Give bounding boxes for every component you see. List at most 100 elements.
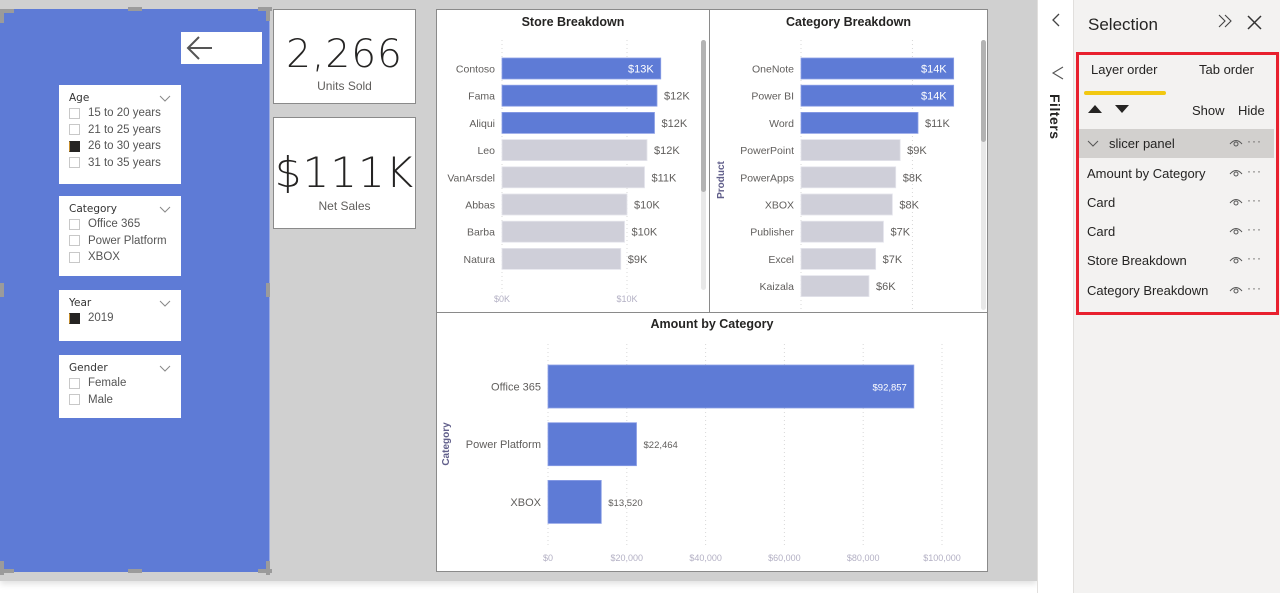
category-label: PowerPoint bbox=[740, 145, 794, 157]
chevron-down-icon[interactable] bbox=[1087, 139, 1099, 148]
move-down-icon[interactable] bbox=[1114, 104, 1130, 114]
slicer-option[interactable]: XBOX bbox=[69, 249, 171, 266]
slicer-option[interactable]: Office 365 bbox=[69, 216, 171, 233]
bar[interactable] bbox=[800, 220, 884, 243]
slicer-option[interactable]: 15 to 20 years bbox=[69, 105, 171, 122]
filters-label[interactable]: Filters bbox=[1047, 94, 1063, 140]
move-up-icon[interactable] bbox=[1087, 104, 1103, 114]
bar[interactable] bbox=[501, 139, 648, 162]
tab-layer-order[interactable]: Layer order bbox=[1091, 62, 1157, 77]
eye-icon[interactable] bbox=[1229, 284, 1243, 294]
bar[interactable] bbox=[547, 364, 915, 409]
slicer-year[interactable]: Year 2019 bbox=[59, 290, 181, 341]
bar[interactable] bbox=[547, 479, 602, 524]
visual-amount-by-category[interactable]: Amount by Category $0 $20,000 $40,000 $60,0… bbox=[436, 312, 988, 572]
chevron-down-icon[interactable] bbox=[159, 204, 171, 214]
visual-category-breakdown[interactable]: Category Breakdown Product OneNote $14K Pow… bbox=[709, 9, 988, 313]
checkbox-checked[interactable] bbox=[69, 312, 80, 324]
tab-tab-order[interactable]: Tab order bbox=[1199, 62, 1254, 77]
slicer-option[interactable]: Male bbox=[69, 392, 171, 409]
eye-icon[interactable] bbox=[1229, 167, 1243, 177]
bar[interactable] bbox=[501, 112, 655, 134]
eye-icon[interactable] bbox=[1229, 254, 1243, 264]
chevron-down-icon[interactable] bbox=[159, 93, 171, 103]
resize-handle[interactable] bbox=[0, 9, 4, 23]
checkbox[interactable] bbox=[69, 107, 80, 119]
more-options-icon[interactable]: ··· bbox=[1247, 134, 1262, 148]
layer-item[interactable]: Category Breakdown ··· bbox=[1079, 276, 1274, 305]
bar[interactable] bbox=[501, 84, 658, 107]
more-options-icon[interactable]: ··· bbox=[1247, 222, 1262, 236]
checkbox[interactable] bbox=[69, 251, 80, 263]
resize-handle[interactable] bbox=[128, 569, 142, 573]
scrollbar[interactable] bbox=[981, 40, 986, 310]
bar[interactable] bbox=[547, 422, 637, 467]
bar[interactable] bbox=[501, 193, 628, 216]
card-units-sold[interactable]: 2,266 Units Sold bbox=[273, 9, 416, 104]
bar[interactable] bbox=[800, 247, 877, 270]
resize-handle[interactable] bbox=[266, 7, 270, 21]
eye-icon[interactable] bbox=[1229, 225, 1243, 235]
show-all-button[interactable]: Show bbox=[1192, 103, 1225, 118]
category-label: OneNote bbox=[752, 64, 794, 76]
layer-item[interactable]: Card ··· bbox=[1079, 188, 1274, 217]
checkbox[interactable] bbox=[69, 124, 80, 136]
bar[interactable] bbox=[501, 247, 622, 270]
layer-item-slicer-panel[interactable]: slicer panel ··· bbox=[1079, 129, 1274, 158]
bar[interactable] bbox=[800, 166, 897, 189]
more-options-icon[interactable]: ··· bbox=[1247, 251, 1262, 265]
bar[interactable] bbox=[501, 220, 625, 243]
card-net-sales[interactable]: $111K Net Sales bbox=[273, 117, 416, 229]
slicer-option[interactable]: 31 to 35 years bbox=[69, 155, 171, 172]
eye-icon[interactable] bbox=[1229, 137, 1243, 147]
chevron-down-icon[interactable] bbox=[159, 363, 171, 373]
option-label: 26 to 30 years bbox=[88, 140, 161, 153]
scrollbar-thumb[interactable] bbox=[981, 40, 986, 142]
bar[interactable] bbox=[800, 139, 901, 162]
checkbox[interactable] bbox=[69, 157, 80, 169]
resize-handle[interactable] bbox=[266, 283, 270, 297]
slicer-gender[interactable]: Gender Female Male bbox=[59, 355, 181, 418]
close-icon[interactable] bbox=[1247, 15, 1262, 30]
checkbox[interactable] bbox=[69, 235, 80, 247]
eye-icon[interactable] bbox=[1229, 196, 1243, 206]
chevron-left-icon[interactable] bbox=[1049, 12, 1063, 28]
slicer-option[interactable]: 21 to 25 years bbox=[69, 122, 171, 139]
bar[interactable] bbox=[800, 112, 919, 134]
layer-item[interactable]: Amount by Category ··· bbox=[1079, 159, 1274, 188]
more-options-icon[interactable]: ··· bbox=[1247, 193, 1262, 207]
back-button[interactable] bbox=[181, 32, 262, 64]
resize-handle[interactable] bbox=[128, 7, 142, 11]
checkbox-checked[interactable] bbox=[69, 140, 80, 152]
slicer-option[interactable]: 26 to 30 years bbox=[69, 138, 171, 155]
resize-handle[interactable] bbox=[0, 283, 4, 297]
slicer-option[interactable]: Power Platform bbox=[69, 233, 171, 250]
slicer-option[interactable]: 2019 bbox=[69, 310, 171, 327]
bar[interactable] bbox=[800, 275, 870, 298]
visual-store-breakdown[interactable]: Store Breakdown $0K $10K Contoso $13K Fama $1… bbox=[436, 9, 710, 313]
layer-item[interactable]: Store Breakdown ··· bbox=[1079, 246, 1274, 275]
checkbox[interactable] bbox=[69, 218, 80, 230]
resize-handle[interactable] bbox=[0, 561, 4, 575]
hide-all-button[interactable]: Hide bbox=[1238, 103, 1265, 118]
data-label: $13K bbox=[628, 64, 654, 76]
checkbox[interactable] bbox=[69, 394, 80, 406]
scrollbar-thumb[interactable] bbox=[701, 40, 706, 192]
checkbox[interactable] bbox=[69, 377, 80, 389]
bar[interactable] bbox=[800, 193, 893, 216]
category-label: Publisher bbox=[750, 227, 794, 239]
filters-pane-collapsed[interactable]: Filters bbox=[1037, 0, 1074, 593]
slicer-option[interactable]: Female bbox=[69, 375, 171, 392]
slicer-age[interactable]: Age 15 to 20 years 21 to 25 years 26 to … bbox=[59, 85, 181, 184]
scrollbar[interactable] bbox=[701, 40, 706, 290]
slicer-panel[interactable]: Age 15 to 20 years 21 to 25 years 26 to … bbox=[0, 9, 270, 572]
card-value: 2,266 bbox=[286, 32, 403, 77]
more-options-icon[interactable]: ··· bbox=[1247, 164, 1262, 178]
resize-handle[interactable] bbox=[266, 561, 270, 575]
chevron-down-icon[interactable] bbox=[159, 298, 171, 308]
slicer-category[interactable]: Category Office 365 Power Platform XBOX bbox=[59, 196, 181, 276]
layer-item[interactable]: Card ··· bbox=[1079, 217, 1274, 246]
double-chevron-right-icon[interactable] bbox=[1216, 12, 1234, 30]
more-options-icon[interactable]: ··· bbox=[1247, 281, 1262, 295]
bar[interactable] bbox=[501, 166, 645, 189]
